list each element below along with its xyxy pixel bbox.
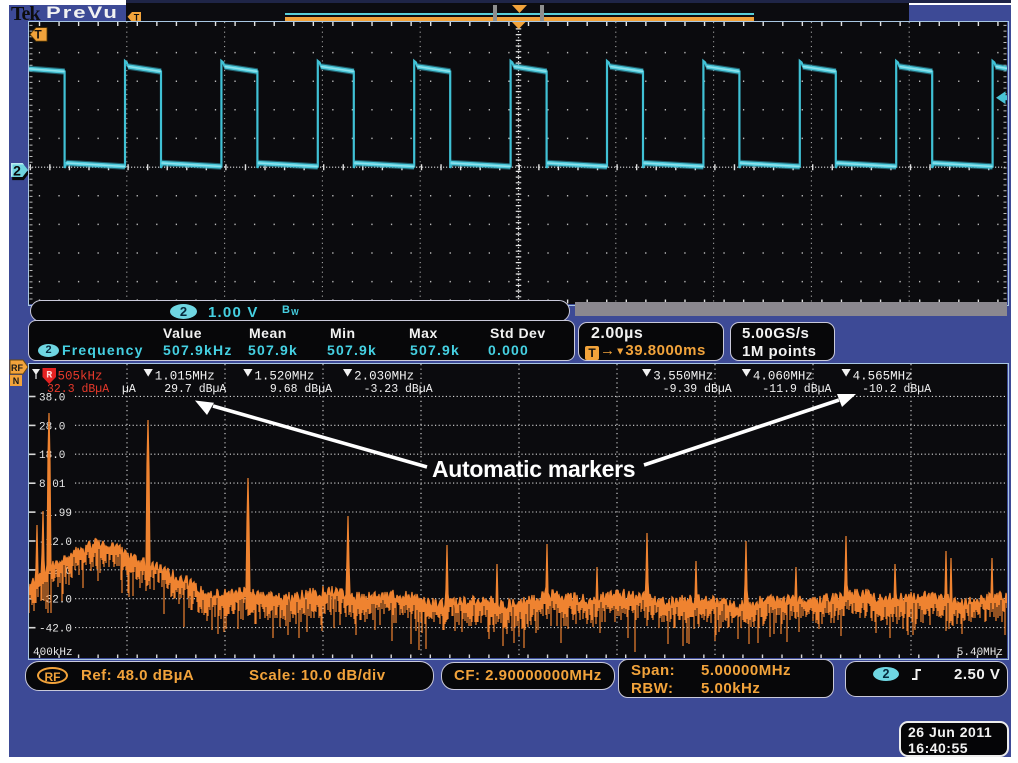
svg-text:4.060MHz: 4.060MHz: [753, 370, 813, 384]
svg-text:1.520MHz: 1.520MHz: [254, 370, 314, 384]
svg-text:-3.23 dBµA: -3.23 dBµA: [364, 383, 433, 396]
svg-text:28.0: 28.0: [39, 421, 65, 433]
svg-text:RF: RF: [11, 363, 23, 373]
svg-text:-11.9 dBµA: -11.9 dBµA: [762, 383, 831, 396]
svg-text:T: T: [34, 28, 42, 42]
svg-text:3.550MHz: 3.550MHz: [653, 370, 713, 384]
svg-text:5.40MHz: 5.40MHz: [957, 647, 1003, 658]
svg-text:29.7 dBµA: 29.7 dBµA: [164, 383, 226, 396]
svg-text:-1.99: -1.99: [39, 508, 72, 520]
svg-text:µA: µA: [122, 383, 136, 396]
svg-text:4.565MHz: 4.565MHz: [853, 370, 913, 384]
svg-text:2.030MHz: 2.030MHz: [354, 370, 414, 384]
svg-text:-9.39 dBµA: -9.39 dBµA: [663, 383, 732, 396]
svg-text:Automatic markers: Automatic markers: [432, 456, 635, 482]
svg-text:32.3 dBµA: 32.3 dBµA: [47, 383, 109, 396]
svg-text:2: 2: [13, 162, 21, 178]
svg-text:N: N: [13, 376, 20, 386]
svg-text:400kHz: 400kHz: [33, 647, 73, 658]
svg-text:-10.2 dBµA: -10.2 dBµA: [862, 383, 931, 396]
svg-text:-42.0: -42.0: [39, 624, 72, 636]
svg-text:505kHz: 505kHz: [58, 370, 103, 384]
svg-text:18.0: 18.0: [39, 450, 65, 462]
svg-text:1.015MHz: 1.015MHz: [155, 370, 215, 384]
svg-text:9.68 dBµA: 9.68 dBµA: [270, 383, 332, 396]
svg-text:R: R: [46, 370, 52, 381]
svg-text:8.01: 8.01: [39, 479, 66, 491]
